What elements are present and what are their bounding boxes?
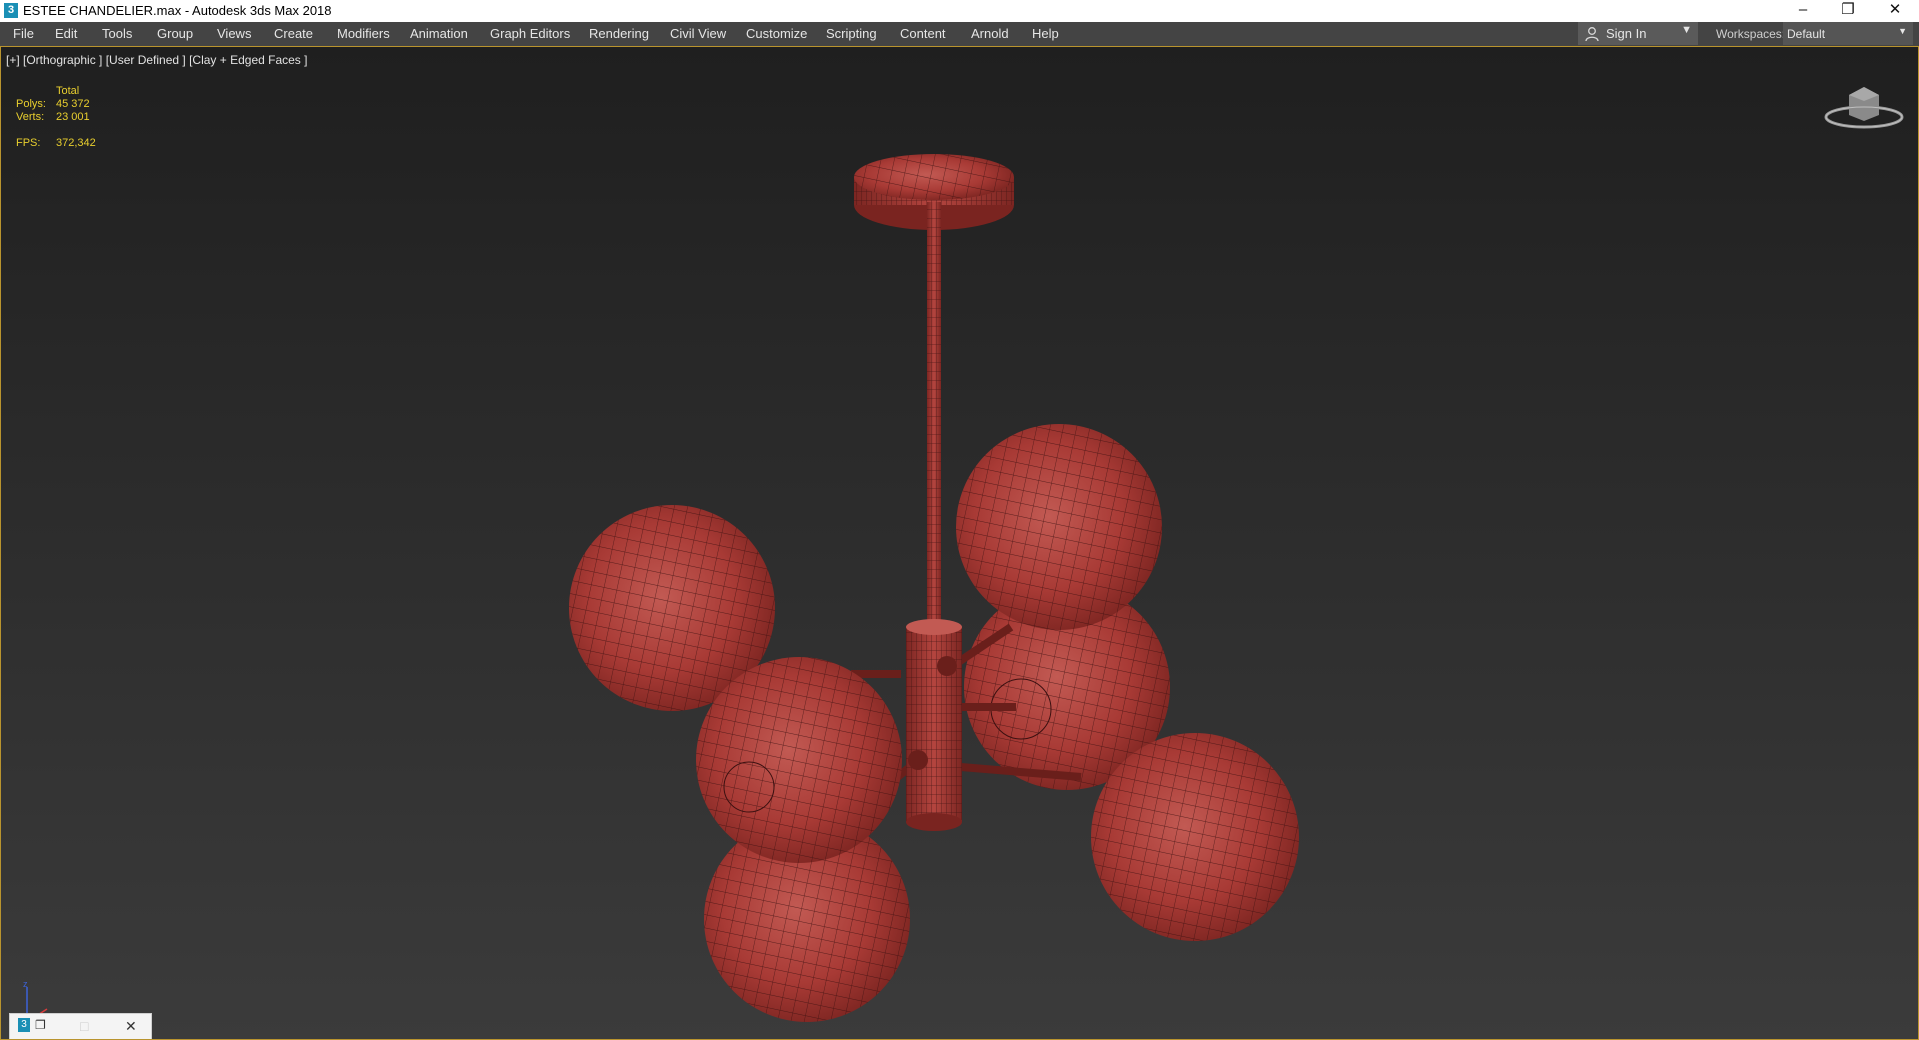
axis-z-label: z — [23, 979, 28, 989]
menu-create[interactable]: Create — [274, 22, 313, 46]
globe-top-right — [956, 424, 1162, 630]
menu-group[interactable]: Group — [157, 22, 193, 46]
menu-customize[interactable]: Customize — [746, 22, 807, 46]
menu-civil-view[interactable]: Civil View — [670, 22, 726, 46]
sign-in-label: Sign In — [1606, 26, 1647, 41]
restore-icon[interactable]: ❐ — [1826, 0, 1870, 22]
restore-icon[interactable]: ❐ — [35, 1018, 46, 1032]
close-icon[interactable]: ✕ — [1873, 0, 1917, 22]
workspaces-label: Workspaces: — [1716, 27, 1786, 41]
chandelier-rod — [927, 202, 941, 622]
menu-tools[interactable]: Tools — [102, 22, 132, 46]
menu-bar: File Edit Tools Group Views Create Modif… — [0, 22, 1919, 47]
menu-arnold[interactable]: Arnold — [971, 22, 1009, 46]
chandelier-hub — [906, 619, 962, 831]
sign-in-button[interactable]: Sign In ▼ — [1578, 22, 1698, 45]
close-icon[interactable]: ✕ — [125, 1018, 137, 1035]
menu-help[interactable]: Help — [1032, 22, 1059, 46]
minimized-window-tab[interactable]: 3 ❐ □ ✕ — [9, 1013, 152, 1039]
menu-edit[interactable]: Edit — [55, 22, 77, 46]
menu-file[interactable]: File — [13, 22, 34, 46]
window-title: ESTEE CHANDELIER.max - Autodesk 3ds Max … — [23, 3, 332, 18]
dropdown-arrow-icon[interactable]: ▼ — [1681, 24, 1692, 36]
globe-front-left — [696, 657, 902, 863]
perspective-viewport[interactable]: [+] [Orthographic ] [User Defined ] [Cla… — [0, 47, 1919, 1040]
menu-rendering[interactable]: Rendering — [589, 22, 649, 46]
workspace-value: Default — [1787, 27, 1826, 41]
app-icon[interactable]: 3 — [18, 1018, 30, 1032]
menu-graph-editors[interactable]: Graph Editors — [490, 22, 570, 46]
menu-content[interactable]: Content — [900, 22, 946, 46]
minimize-icon[interactable]: – — [1781, 0, 1825, 22]
globe-right — [1091, 733, 1299, 941]
chevron-down-icon: ▼ — [1898, 26, 1907, 36]
menu-animation[interactable]: Animation — [410, 22, 468, 46]
menu-scripting[interactable]: Scripting — [826, 22, 877, 46]
menu-views[interactable]: Views — [217, 22, 251, 46]
menu-modifiers[interactable]: Modifiers — [337, 22, 390, 46]
maximize-icon[interactable]: □ — [80, 1018, 88, 1034]
user-icon — [1585, 27, 1599, 42]
workspaces-dropdown[interactable]: Default ▼ — [1783, 22, 1913, 45]
app-icon[interactable]: 3 — [4, 3, 18, 18]
chandelier-model[interactable] — [1, 47, 1919, 1040]
title-bar: 3 ESTEE CHANDELIER.max - Autodesk 3ds Ma… — [0, 0, 1919, 22]
